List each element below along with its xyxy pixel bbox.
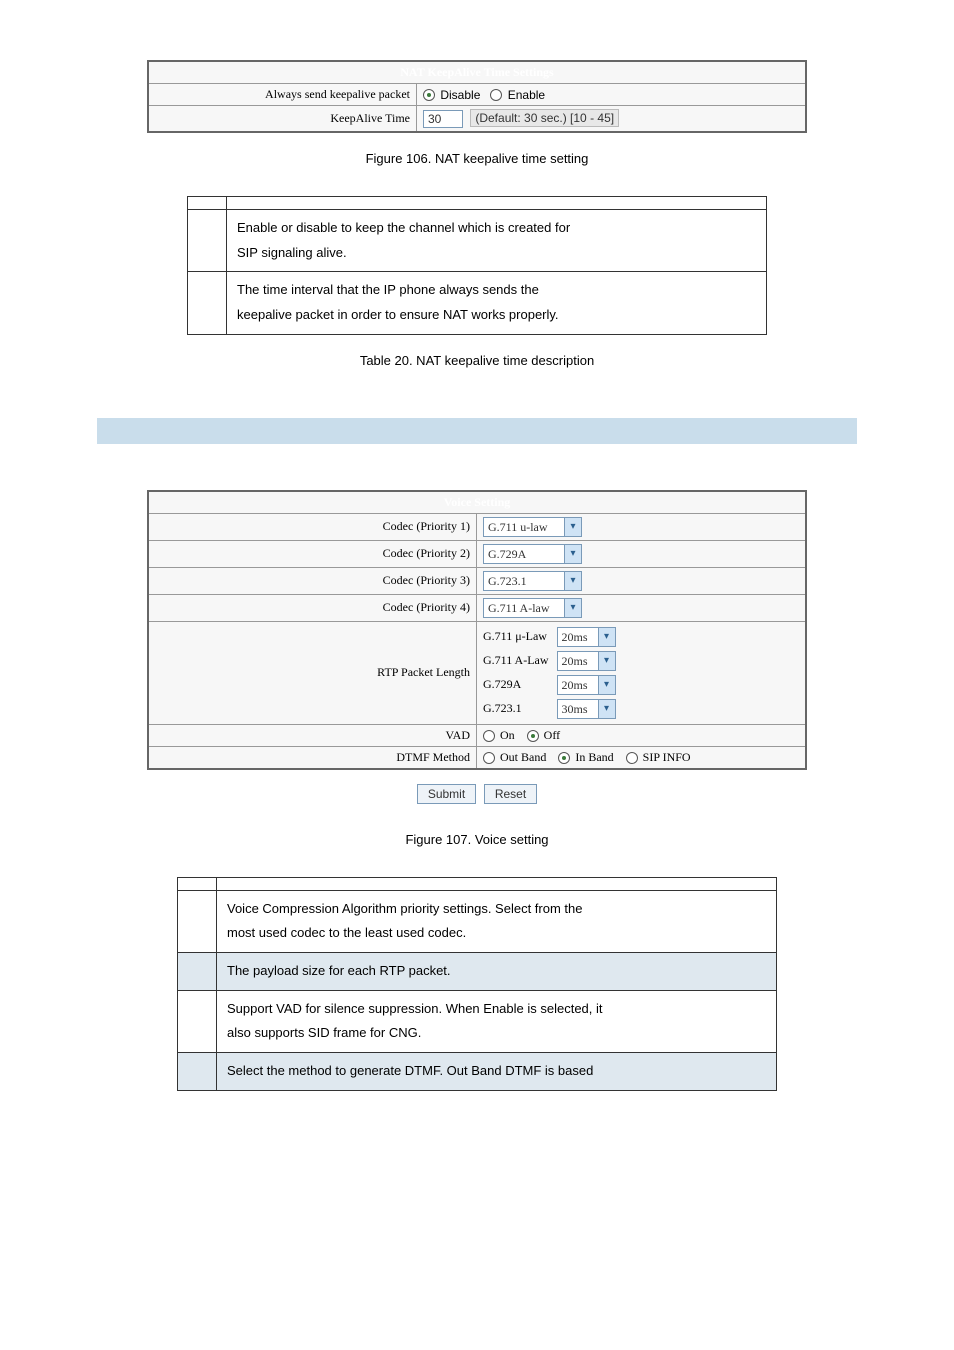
codec-p1-select[interactable]: G.711 u-law▾ — [483, 517, 582, 537]
rtp-g7231-name: G.723.1 — [483, 697, 557, 721]
rtp-g7231-select[interactable]: 30ms▾ — [557, 699, 616, 719]
dtmf-inband-label: In Band — [575, 750, 613, 764]
keepalive-time-input[interactable]: 30 — [423, 110, 463, 128]
table-20-caption: Table 20. NAT keepalive time description — [40, 353, 914, 368]
rtp-g711a-name: G.711 A-Law — [483, 649, 557, 673]
radio-disable-label: Disable — [440, 88, 480, 102]
vad-on-radio[interactable] — [483, 730, 495, 742]
chevron-down-icon: ▾ — [598, 700, 615, 718]
rtp-g729a-select[interactable]: 20ms▾ — [557, 675, 616, 695]
codec-p3-select[interactable]: G.723.1▾ — [483, 571, 582, 591]
always-send-label: Always send keepalive packet — [148, 84, 417, 106]
rtp-g729a-name: G.729A — [483, 673, 557, 697]
voice-desc-rtp-field — [178, 952, 217, 990]
chevron-down-icon: ▾ — [598, 628, 615, 646]
nat-desc-row1-desc: Enable or disable to keep the channel wh… — [227, 209, 767, 271]
voice-description-table: Voice Compression Algorithm priority set… — [177, 877, 777, 1091]
vad-options: On Off — [477, 724, 807, 746]
figure-106-caption: Figure 106. NAT keepalive time setting — [40, 151, 914, 166]
submit-button[interactable]: Submit — [417, 784, 476, 804]
chevron-down-icon: ▾ — [564, 572, 581, 590]
codec-p3-label: Codec (Priority 3) — [148, 567, 477, 594]
codec-p4-select[interactable]: G.711 A-law▾ — [483, 598, 582, 618]
rtp-g711u-name: G.711 μ-Law — [483, 625, 557, 649]
rtp-packet-length-label: RTP Packet Length — [148, 621, 477, 724]
chevron-down-icon: ▾ — [598, 652, 615, 670]
radio-enable-label: Enable — [508, 88, 545, 102]
keepalive-time-value: 30 (Default: 30 sec.) [10 - 45] — [417, 106, 807, 132]
voice-setting-table: Voice Setting Codec (Priority 1) G.711 u… — [147, 490, 807, 770]
codec-p2-label: Codec (Priority 2) — [148, 540, 477, 567]
voice-desc-vad-desc: Support VAD for silence suppression. Whe… — [217, 990, 777, 1052]
dtmf-inband-radio[interactable] — [558, 752, 570, 764]
voice-desc-vad-field — [178, 990, 217, 1052]
voice-desc-dtmf-field — [178, 1053, 217, 1091]
reset-button[interactable]: Reset — [484, 784, 537, 804]
radio-disable[interactable] — [423, 89, 435, 101]
voice-desc-codec-field — [178, 890, 217, 952]
vad-label: VAD — [148, 724, 477, 746]
chevron-down-icon: ▾ — [598, 676, 615, 694]
dtmf-options: Out Band In Band SIP INFO — [477, 746, 807, 769]
nat-desc-row1-field — [188, 209, 227, 271]
always-send-value: Disable Enable — [417, 84, 807, 106]
dtmf-label: DTMF Method — [148, 746, 477, 769]
radio-enable[interactable] — [490, 89, 502, 101]
voice-desc-field-header — [178, 877, 217, 890]
chevron-down-icon: ▾ — [564, 599, 581, 617]
dtmf-sipinfo-radio[interactable] — [626, 752, 638, 764]
nat-desc-row2-desc: The time interval that the IP phone alwa… — [227, 272, 767, 334]
keepalive-time-label: KeepAlive Time — [148, 106, 417, 132]
codec-p1-label: Codec (Priority 1) — [148, 513, 477, 540]
nat-desc-desc-header — [227, 196, 767, 209]
nat-desc-row2-field — [188, 272, 227, 334]
voice-desc-desc-header — [217, 877, 777, 890]
vad-off-label: Off — [544, 728, 560, 742]
codec-p2-select[interactable]: G.729A▾ — [483, 544, 582, 564]
nat-settings-title: NAT KeepAlive Time Settings — [148, 61, 806, 84]
dtmf-outband-radio[interactable] — [483, 752, 495, 764]
rtp-g711u-select[interactable]: 20ms▾ — [557, 627, 616, 647]
rtp-inner-table: G.711 μ-Law 20ms▾ G.711 A-Law 20ms▾ — [483, 625, 624, 721]
codec-p4-label: Codec (Priority 4) — [148, 594, 477, 621]
dtmf-sipinfo-label: SIP INFO — [643, 750, 691, 764]
vad-off-radio[interactable] — [527, 730, 539, 742]
nat-description-table: Enable or disable to keep the channel wh… — [187, 196, 767, 335]
dtmf-outband-label: Out Band — [500, 750, 546, 764]
figure-107-caption: Figure 107. Voice setting — [40, 832, 914, 847]
chevron-down-icon: ▾ — [564, 545, 581, 563]
voice-desc-rtp-desc: The payload size for each RTP packet. — [217, 952, 777, 990]
nat-desc-field-header — [188, 196, 227, 209]
rtp-g711a-select[interactable]: 20ms▾ — [557, 651, 616, 671]
voice-desc-codec-desc: Voice Compression Algorithm priority set… — [217, 890, 777, 952]
keepalive-time-hint: (Default: 30 sec.) [10 - 45] — [470, 109, 619, 127]
section-divider-bar — [97, 418, 857, 444]
nat-keepalive-settings: NAT KeepAlive Time Settings Always send … — [147, 60, 807, 133]
voice-desc-dtmf-desc: Select the method to generate DTMF. Out … — [217, 1053, 777, 1091]
voice-setting-title: Voice Setting — [148, 491, 806, 514]
chevron-down-icon: ▾ — [564, 518, 581, 536]
vad-on-label: On — [500, 728, 515, 742]
